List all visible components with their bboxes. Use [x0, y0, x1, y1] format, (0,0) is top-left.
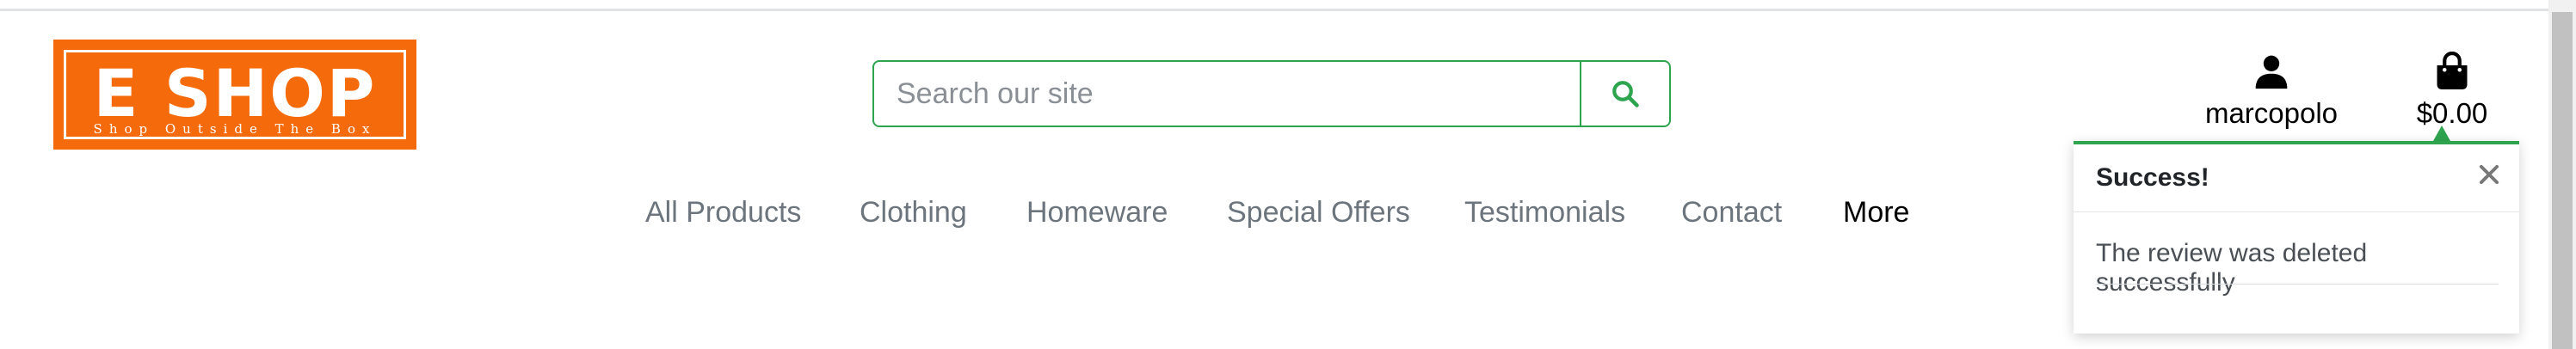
success-toast: Success! The review was deleted successf… [2074, 141, 2519, 334]
search-icon [1612, 81, 1639, 107]
bag-total: $0.00 [2416, 97, 2488, 129]
logo-tagline: Shop Outside The Box [93, 121, 377, 137]
account-link[interactable]: marcopolo [2185, 48, 2357, 134]
nav-item-testimonials[interactable]: Testimonials [1464, 196, 1625, 230]
vertical-scrollbar[interactable] [2548, 0, 2576, 349]
logo-frame: E SHOP Shop Outside The Box [64, 50, 406, 139]
search-input[interactable] [874, 62, 1580, 126]
nav-item-clothing[interactable]: Clothing [860, 196, 967, 230]
close-icon [2479, 164, 2499, 185]
page: E SHOP Shop Outside The Box marcopolo $0… [0, 0, 2576, 349]
search-form [872, 60, 1671, 127]
user-icon [2255, 55, 2288, 89]
toast-message: The review was deleted successfully [2096, 239, 2368, 297]
shopping-bag-icon [2437, 52, 2468, 89]
shopping-bag-link[interactable]: $0.00 [2392, 48, 2512, 134]
toast-close-button[interactable] [2474, 160, 2504, 189]
account-username: marcopolo [2204, 97, 2339, 129]
toast-header: Success! [2074, 144, 2519, 212]
search-button[interactable] [1580, 62, 1669, 126]
toast-title: Success! [2096, 163, 2209, 192]
scrollbar-thumb[interactable] [2552, 12, 2573, 349]
site-logo[interactable]: E SHOP Shop Outside The Box [53, 40, 416, 150]
nav-item-more[interactable]: More [1843, 196, 1909, 230]
nav-item-all-products[interactable]: All Products [645, 196, 801, 230]
nav-item-homeware[interactable]: Homeware [1026, 196, 1168, 230]
top-divider [0, 9, 2548, 11]
nav-item-special-offers[interactable]: Special Offers [1227, 196, 1410, 230]
toast-arrow [2433, 126, 2450, 141]
toast-divider [2096, 284, 2499, 285]
nav-item-contact[interactable]: Contact [1681, 196, 1782, 230]
